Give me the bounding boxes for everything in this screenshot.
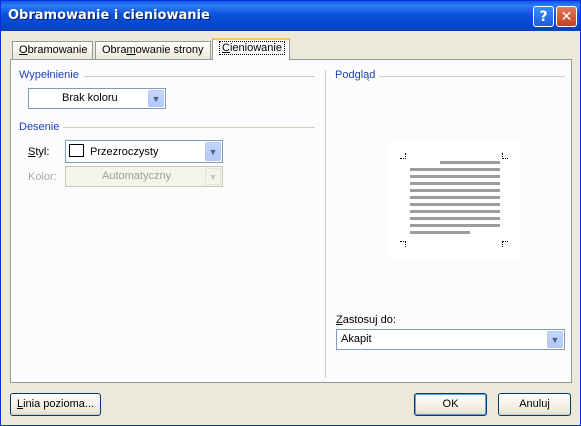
tab-borders[interactable]: Obramowanie — [12, 41, 93, 59]
preview-text-line — [410, 168, 500, 171]
window-title: Obramowanie i cieniowanie — [8, 8, 210, 23]
tab-page-borders[interactable]: Obramowanie strony — [95, 41, 211, 59]
divider — [84, 76, 315, 77]
apply-to-label-text: astosuj do: — [342, 314, 396, 326]
preview-text-line — [410, 175, 500, 178]
divider — [63, 127, 315, 128]
preview-text-line — [410, 203, 500, 206]
style-value: Przezroczysty — [90, 146, 159, 158]
corner-mark — [400, 153, 406, 159]
fill-color-value: Brak koloru — [62, 92, 118, 104]
preview-text-line — [410, 196, 500, 199]
tab-label: ieniowanie — [229, 42, 282, 54]
apply-to-label-accelerator: Z — [336, 314, 343, 326]
preview-area[interactable] — [390, 141, 520, 260]
preview-section-label: Podgląd — [335, 69, 376, 81]
corner-mark — [502, 241, 508, 247]
preview-text-line — [410, 210, 500, 213]
tab-label-accelerator: O — [19, 44, 28, 56]
tab-label: Obra — [102, 44, 127, 56]
corner-mark — [400, 241, 406, 247]
horizontal-line-button[interactable]: Linia pozioma... — [10, 393, 101, 416]
preview-text-line — [410, 189, 500, 192]
button-label: inia pozioma... — [23, 398, 95, 410]
cancel-button[interactable]: Anuluj — [498, 393, 571, 416]
apply-to-label: Zastosuj do: — [336, 314, 396, 326]
tab-label: owanie strony — [135, 44, 204, 56]
chevron-down-icon: ▼ — [205, 168, 221, 185]
chevron-down-icon[interactable]: ▼ — [148, 90, 164, 107]
title-bar[interactable]: Obramowanie i cieniowanie ? ✕ — [1, 1, 580, 31]
preview-text-line — [410, 231, 470, 234]
preview-text-line — [440, 161, 500, 164]
tab-shading[interactable]: Cieniowanie — [212, 38, 290, 60]
tab-focus-label: Cieniowanie — [219, 41, 285, 55]
tab-panel: Wypełnienie Brak koloru ▼ Desenie Styl: … — [10, 59, 572, 383]
apply-to-dropdown[interactable]: Akapit ▼ — [336, 329, 565, 350]
fill-section-label: Wypełnienie — [19, 69, 79, 81]
style-dropdown[interactable]: Przezroczysty ▼ — [65, 140, 223, 163]
preview-text-line — [410, 182, 500, 185]
divider — [379, 76, 565, 77]
chevron-down-icon[interactable]: ▼ — [547, 331, 563, 348]
style-label: Styl: — [28, 146, 49, 158]
pattern-color-dropdown: Automatyczny ▼ — [65, 166, 223, 187]
tab-label: bramowanie — [27, 44, 88, 56]
color-swatch-icon — [69, 144, 84, 157]
fill-color-dropdown[interactable]: Brak koloru ▼ — [28, 88, 166, 109]
patterns-section-label: Desenie — [19, 121, 60, 133]
close-button[interactable]: ✕ — [556, 6, 577, 27]
corner-mark — [502, 153, 508, 159]
pattern-color-value: Automatyczny — [102, 170, 172, 182]
preview-text-line — [410, 217, 500, 220]
apply-to-value: Akapit — [341, 333, 372, 345]
ok-button[interactable]: OK — [414, 393, 487, 416]
style-label-text: tyl: — [35, 146, 50, 158]
tab-label-accelerator: m — [126, 44, 136, 56]
pattern-color-label: Kolor: — [28, 171, 57, 183]
help-button[interactable]: ? — [533, 6, 554, 27]
preview-text-line — [410, 224, 500, 227]
chevron-down-icon[interactable]: ▼ — [205, 142, 221, 161]
section-separator — [325, 70, 326, 378]
tab-label-accelerator: C — [222, 42, 230, 54]
dialog-window: Obramowanie i cieniowanie ? ✕ Obramowani… — [0, 0, 581, 426]
